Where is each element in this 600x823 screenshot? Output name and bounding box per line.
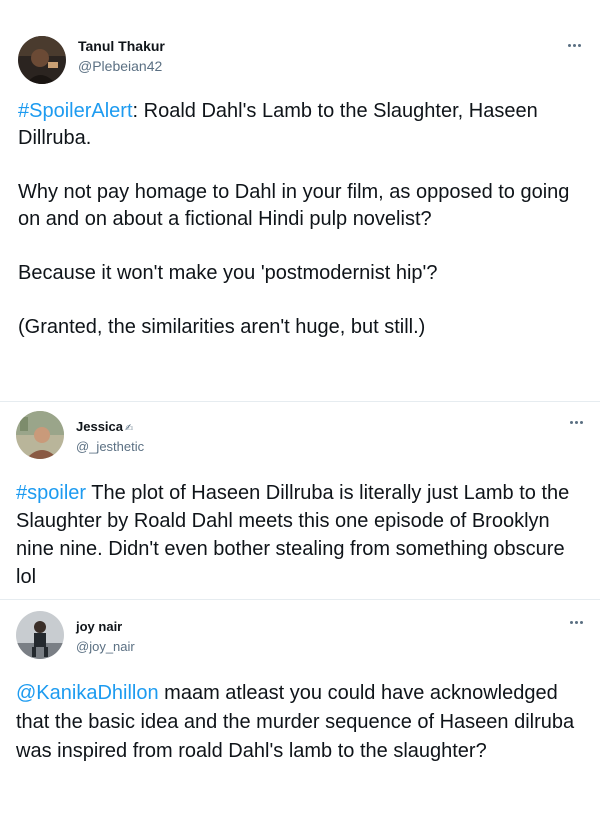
author-name[interactable]: joy nair bbox=[76, 619, 122, 634]
mention-link[interactable]: @KanikaDhillon bbox=[16, 682, 159, 704]
tweet-text: #SpoilerAlert: Roald Dahl's Lamb to the … bbox=[18, 98, 578, 341]
avatar-joy-nair[interactable] bbox=[16, 611, 64, 659]
more-horizontal-icon[interactable] bbox=[570, 421, 583, 424]
tweet-1[interactable]: Tanul Thakur @Plebeian42 #SpoilerAlert: … bbox=[0, 18, 600, 400]
tweet-paragraph: The plot of Haseen Dillruba is literally… bbox=[16, 482, 570, 588]
more-horizontal-icon[interactable] bbox=[570, 621, 583, 624]
author-name[interactable]: Tanul Thakur bbox=[78, 38, 165, 54]
tweet-3[interactable]: joy nair @joy_nair @KanikaDhillon maam a… bbox=[0, 601, 600, 823]
author-handle[interactable]: @joy_nair bbox=[76, 639, 135, 654]
hashtag-link[interactable]: #SpoilerAlert bbox=[18, 100, 133, 122]
author-handle[interactable]: @_jesthetic bbox=[76, 439, 144, 454]
author-badge-icon: ✍︎ bbox=[125, 423, 134, 434]
tweet-text: @KanikaDhillon maam atleast you could ha… bbox=[16, 679, 580, 766]
tweet-paragraph: Because it won't make you 'postmodernist… bbox=[18, 262, 438, 284]
tweet-paragraph: (Granted, the similarities aren't huge, … bbox=[18, 316, 426, 338]
avatar-tanul-thakur[interactable] bbox=[18, 36, 66, 84]
author-handle[interactable]: @Plebeian42 bbox=[78, 58, 162, 74]
tweet-text: #spoiler The plot of Haseen Dillruba is … bbox=[16, 479, 580, 591]
tweet-paragraph: Why not pay homage to Dahl in your film,… bbox=[18, 181, 570, 230]
hashtag-link[interactable]: #spoiler bbox=[16, 482, 86, 504]
more-horizontal-icon[interactable] bbox=[568, 44, 581, 47]
author-name[interactable]: Jessica ✍︎ bbox=[76, 419, 133, 434]
author-name-text[interactable]: Jessica bbox=[76, 419, 123, 434]
tweet-2[interactable]: Jessica ✍︎ @_jesthetic #spoiler The plot … bbox=[0, 403, 600, 599]
avatar-jessica[interactable] bbox=[16, 411, 64, 459]
divider bbox=[0, 599, 600, 600]
divider bbox=[0, 401, 600, 402]
